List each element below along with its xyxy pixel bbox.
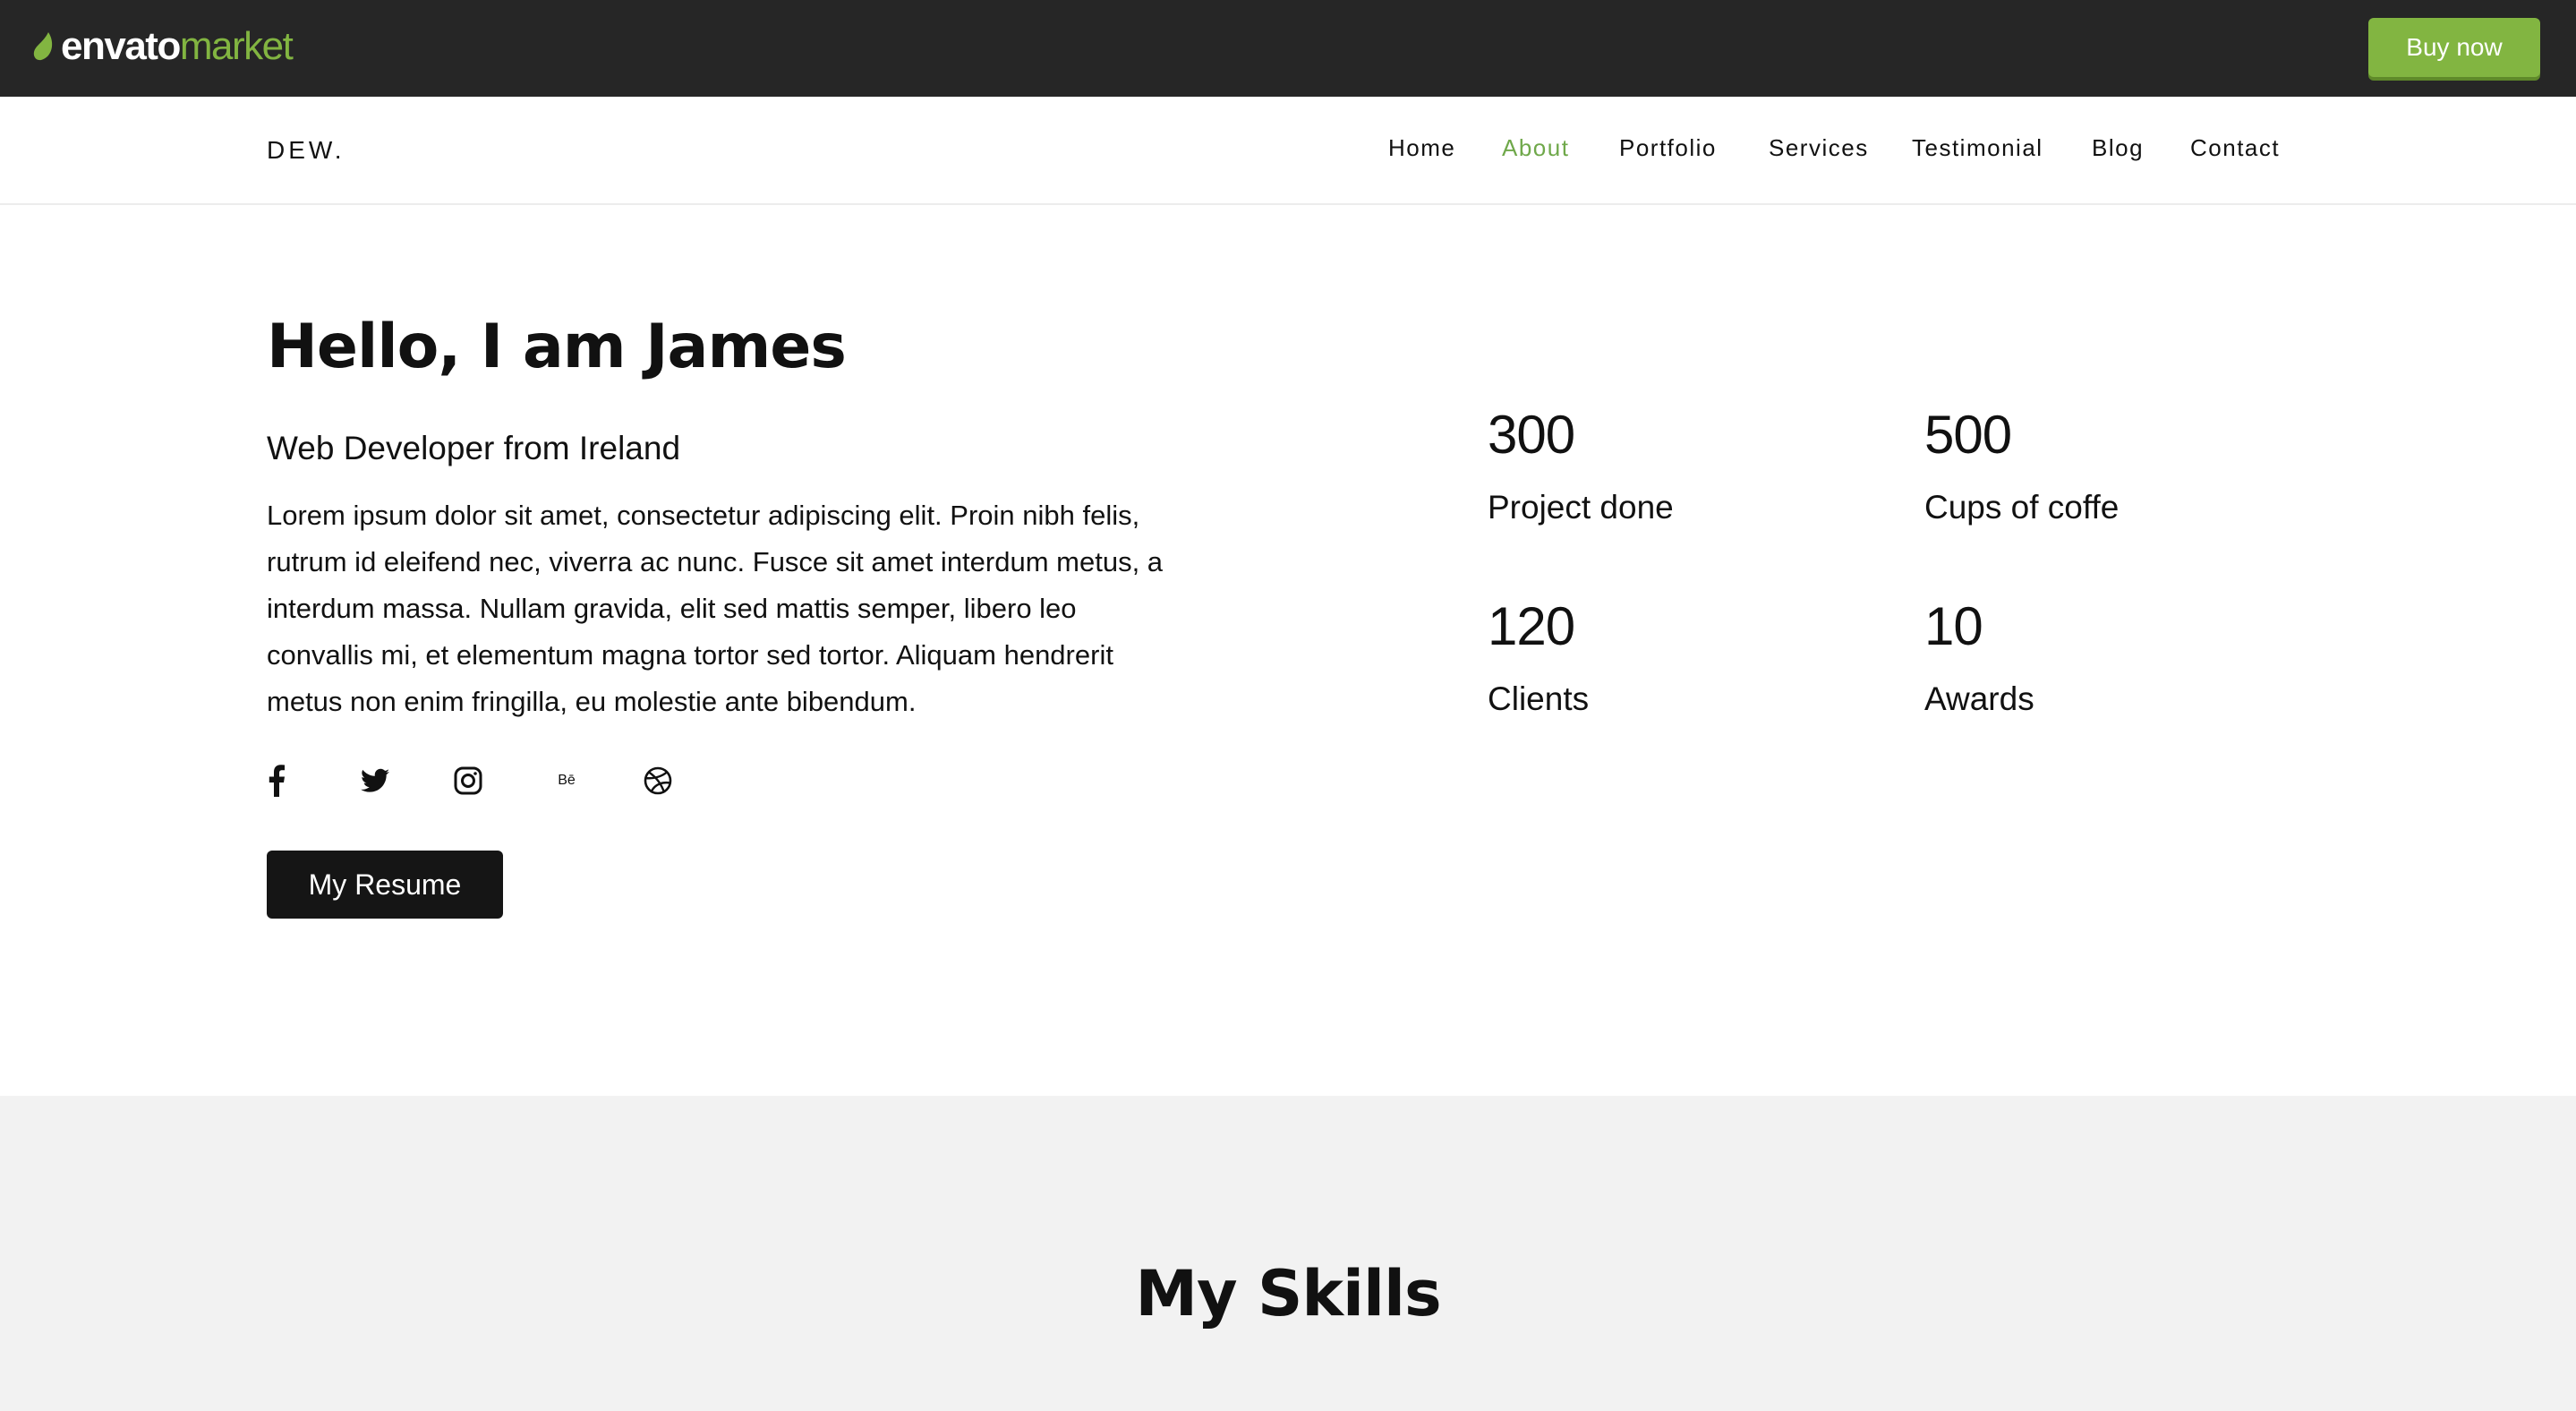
hero-description-line: rutrum id eleifend nec, viverra ac nunc.…: [267, 546, 1164, 577]
stat-value-awards: 10: [1924, 596, 1983, 656]
logo-word-envato: envato: [61, 24, 181, 68]
nav-item-services[interactable]: Services: [1769, 134, 1869, 162]
nav-item-home[interactable]: Home: [1388, 134, 1455, 162]
site-navbar: DEW. Home About Portfolio Services Testi…: [0, 97, 2576, 205]
hero-description-line: convallis mi, et elementum magna tortor …: [267, 639, 1113, 671]
nav-item-contact[interactable]: Contact: [2190, 134, 2280, 162]
behance-icon[interactable]: Bē: [546, 763, 587, 799]
skills-title: My Skills: [1135, 1257, 1441, 1330]
facebook-icon[interactable]: [267, 763, 286, 799]
hero-title: Hello, I am James: [267, 312, 847, 382]
hero-description-line: Lorem ipsum dolor sit amet, consectetur …: [267, 500, 1140, 531]
stat-label-projects: Project done: [1488, 489, 1674, 526]
stat-label-coffee: Cups of coffe: [1924, 489, 2120, 526]
hero-description-line: interdum massa. Nullam gravida, elit sed…: [267, 593, 1077, 624]
my-resume-button[interactable]: My Resume: [267, 851, 503, 919]
nav-item-blog[interactable]: Blog: [2092, 134, 2144, 162]
stat-label-awards: Awards: [1924, 680, 2034, 717]
instagram-icon[interactable]: [453, 763, 483, 799]
hero-description-line: metus non enim fringilla, eu molestie an…: [267, 686, 917, 717]
envato-market-logo[interactable]: envato market: [32, 20, 294, 73]
dribbble-icon[interactable]: [643, 763, 673, 799]
site-brand[interactable]: DEW.: [267, 136, 345, 165]
buy-now-button[interactable]: Buy now: [2368, 18, 2540, 77]
hero-subtitle: Web Developer from Ireland: [267, 430, 681, 466]
nav-item-portfolio[interactable]: Portfolio: [1619, 134, 1717, 162]
envato-top-bar: envato market Buy now: [0, 0, 2576, 97]
stat-value-projects: 300: [1488, 405, 1575, 465]
nav-item-about[interactable]: About: [1502, 134, 1569, 162]
twitter-icon[interactable]: [360, 763, 390, 799]
stat-value-coffee: 500: [1924, 405, 2012, 465]
hero-description: Lorem ipsum dolor sit amet, consectetur …: [267, 492, 1198, 725]
nav-item-testimonial[interactable]: Testimonial: [1912, 134, 2043, 162]
leaf-icon: [33, 32, 53, 61]
stat-label-clients: Clients: [1488, 680, 1590, 717]
skills-section: My Skills: [0, 1096, 2576, 1411]
logo-word-market: market: [179, 24, 294, 68]
stat-value-clients: 120: [1488, 596, 1575, 656]
